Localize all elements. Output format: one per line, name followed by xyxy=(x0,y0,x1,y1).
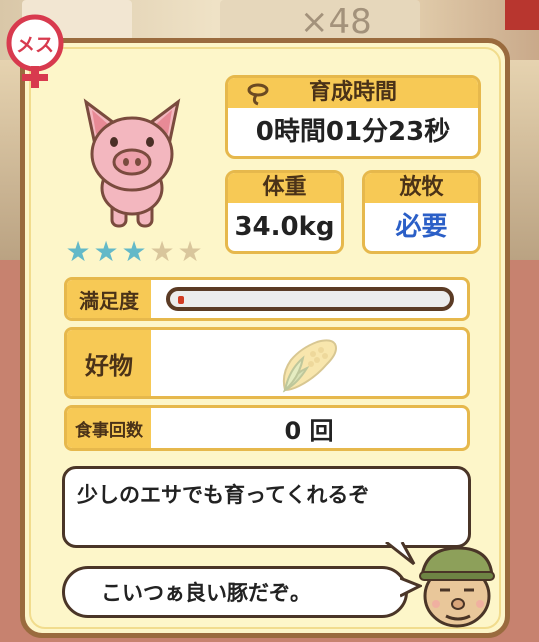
female-badge: メス xyxy=(6,14,64,88)
growth-time-card: 育成時間 0時間01分23秒 xyxy=(225,75,481,159)
growth-time-label: 育成時間 xyxy=(308,80,397,105)
weight-value: 34.0kg xyxy=(234,212,335,242)
dialogue-line-1: 少しのエサでも育ってくれるぞ xyxy=(77,483,370,507)
star-filled-icon: ★ xyxy=(65,235,91,268)
favorite-food-label: 好物 xyxy=(67,330,151,396)
satisfaction-gauge-fill xyxy=(178,296,184,304)
satisfaction-gauge xyxy=(166,287,454,311)
speech-bubble-upper: 少しのエサでも育ってくれるぞ xyxy=(62,466,471,548)
pig-rating-stars: ★ ★ ★ ★ ★ xyxy=(64,238,204,268)
satisfaction-label: 満足度 xyxy=(67,280,151,318)
background-count-label: ×48 xyxy=(300,2,372,42)
growth-time-value: 0時間01分23秒 xyxy=(255,117,451,147)
growth-time-header: 育成時間 xyxy=(228,78,478,108)
female-symbol-icon: メス xyxy=(6,14,64,88)
grazing-card: 放牧 必要 xyxy=(362,170,481,254)
grazing-label: 放牧 xyxy=(365,173,478,203)
corn-icon xyxy=(282,339,337,393)
pig-icon xyxy=(74,96,190,232)
star-filled-icon: ★ xyxy=(93,235,119,268)
meal-count-value: 0 回 xyxy=(284,416,334,445)
farmer-icon xyxy=(412,540,502,630)
lasso-icon xyxy=(247,83,269,106)
meal-count-row: 食事回数 0 回 xyxy=(64,405,470,451)
star-filled-icon: ★ xyxy=(121,235,147,268)
speech-bubble-lower: こいつぁ良い豚だぞ。 xyxy=(62,566,408,618)
weight-card: 体重 34.0kg xyxy=(225,170,344,254)
meal-count-label: 食事回数 xyxy=(67,408,151,448)
background-mailbox xyxy=(505,0,539,30)
dialogue-line-2: こいつぁ良い豚だぞ。 xyxy=(101,581,311,605)
star-empty-icon: ★ xyxy=(149,235,175,268)
weight-label: 体重 xyxy=(228,173,341,203)
favorite-food-row: 好物 xyxy=(64,327,470,399)
satisfaction-row: 満足度 xyxy=(64,277,470,321)
star-empty-icon: ★ xyxy=(177,235,203,268)
sex-label: メス xyxy=(16,34,54,56)
grazing-value: 必要 xyxy=(395,212,448,242)
